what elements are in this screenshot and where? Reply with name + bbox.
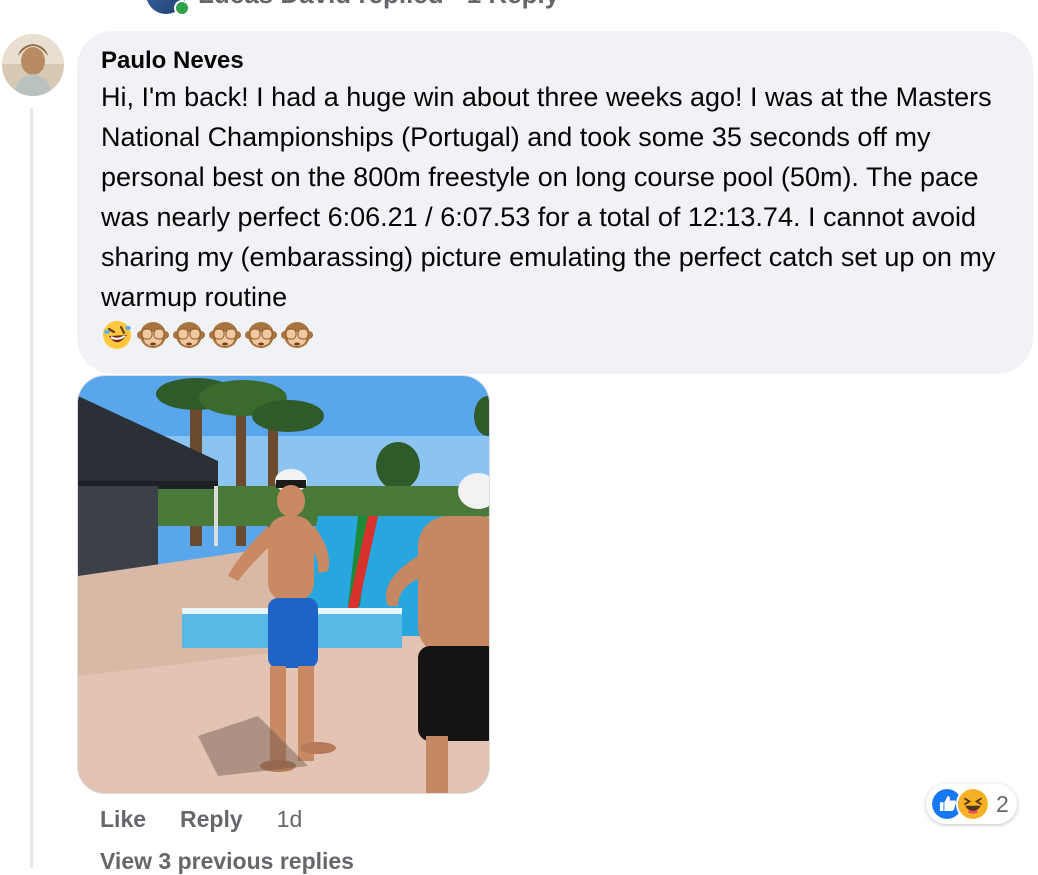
top-reply-summary[interactable]: Lucas David replied · 1 Reply bbox=[146, 0, 559, 16]
comment-author[interactable]: Paulo Neves bbox=[101, 47, 1009, 75]
rolling-laughing-emoji bbox=[103, 321, 131, 349]
author-avatar[interactable] bbox=[2, 34, 64, 96]
reactions-summary[interactable]: 2 bbox=[926, 784, 1017, 824]
thread-line bbox=[30, 108, 33, 868]
replier-avatar[interactable] bbox=[146, 0, 190, 16]
emoji-row bbox=[101, 319, 1009, 351]
reply-button[interactable]: Reply bbox=[180, 806, 243, 833]
see-no-evil-monkey-emoji bbox=[281, 322, 313, 348]
online-status-icon bbox=[174, 0, 190, 16]
comment-actions: Like Reply 1d bbox=[100, 806, 302, 833]
see-no-evil-monkey-emoji bbox=[137, 322, 169, 348]
comment-bubble: Paulo Neves Hi, I'm back! I had a huge w… bbox=[77, 31, 1033, 374]
see-no-evil-monkey-emoji bbox=[209, 322, 241, 348]
comment-photo[interactable] bbox=[77, 375, 490, 794]
see-no-evil-monkey-emoji bbox=[173, 322, 205, 348]
comment-timestamp[interactable]: 1d bbox=[277, 806, 303, 833]
comment-text: Hi, I'm back! I had a huge win about thr… bbox=[101, 82, 1003, 312]
like-button[interactable]: Like bbox=[100, 806, 146, 833]
view-replies-text[interactable]: View 3 previous replies bbox=[100, 848, 354, 874]
haha-reaction-icon bbox=[956, 787, 990, 821]
reaction-count: 2 bbox=[996, 790, 1009, 817]
see-no-evil-monkey-emoji bbox=[245, 322, 277, 348]
top-reply-text[interactable]: Lucas David replied · 1 Reply bbox=[198, 0, 559, 10]
